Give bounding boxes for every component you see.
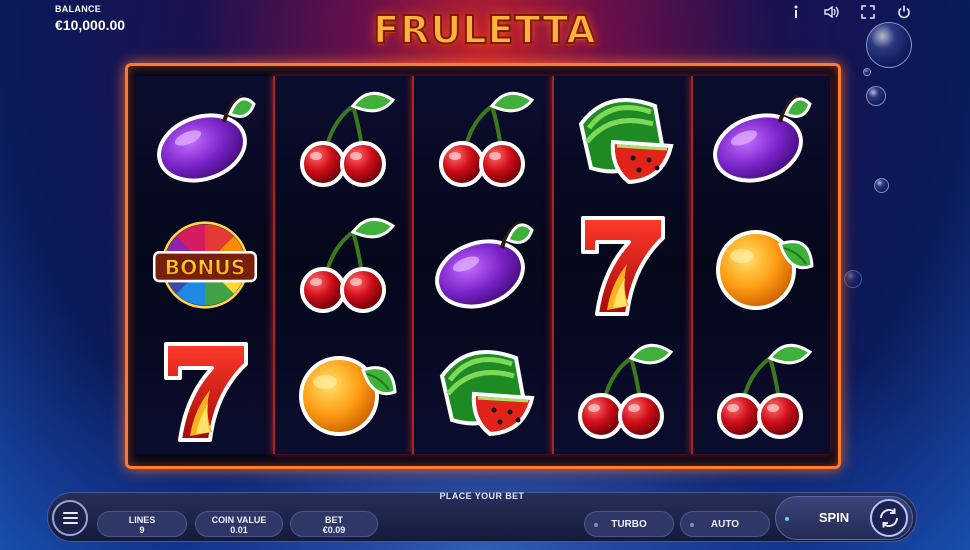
auto-label: AUTO	[710, 518, 740, 530]
logo-text: FRULETTA	[372, 7, 597, 53]
cherry-symbol	[287, 82, 401, 196]
reel-5	[690, 76, 831, 454]
plum-symbol	[148, 82, 262, 196]
bubble-decoration	[874, 178, 889, 193]
refresh-icon	[880, 508, 898, 528]
orange-symbol	[287, 334, 401, 448]
spin-button[interactable]: SPIN	[775, 496, 913, 540]
watermelon-icon	[579, 98, 674, 185]
bubble-decoration	[866, 22, 912, 68]
lines-selector[interactable]: LINES 9	[97, 511, 187, 537]
cherry-symbol	[426, 82, 540, 196]
top-toolbar	[788, 4, 912, 20]
reel-3	[412, 76, 552, 454]
coin-value-label: COIN VALUE	[211, 515, 267, 525]
reel-1: BONUS	[136, 76, 274, 454]
fullscreen-icon[interactable]	[860, 4, 876, 20]
auto-indicator	[690, 523, 694, 527]
reel-grid: BONUS	[125, 63, 841, 469]
bonus-symbol: BONUS	[148, 208, 262, 322]
lines-label: LINES	[128, 515, 156, 525]
turbo-indicator	[594, 523, 598, 527]
coin-value-value: 0.01	[230, 525, 248, 535]
info-icon[interactable]	[788, 4, 804, 20]
bonus-icon: BONUS	[152, 221, 257, 309]
bonus-text: BONUS	[164, 255, 245, 279]
watermelon-symbol	[426, 334, 540, 448]
bet-selector[interactable]: BET €0.09	[290, 511, 378, 537]
cherry-icon	[439, 91, 535, 187]
spin-indicator	[785, 517, 789, 521]
cherry-symbol	[704, 334, 818, 448]
menu-line	[62, 522, 78, 524]
seven-icon	[163, 342, 248, 442]
watermelon-symbol	[565, 82, 679, 196]
game-logo: FRULETTA	[368, 6, 602, 54]
cherry-icon	[299, 217, 395, 313]
cherry-symbol	[287, 208, 401, 322]
balance-display: BALANCE €10,000.00	[55, 4, 125, 33]
plum-icon	[156, 94, 256, 183]
orange-symbol	[704, 208, 818, 322]
reel-4	[551, 76, 691, 454]
balance-value: €10,000.00	[55, 17, 126, 33]
plum-symbol	[704, 82, 818, 196]
bet-label: BET	[325, 515, 343, 525]
plum-symbol	[426, 208, 540, 322]
cherry-icon	[299, 91, 395, 187]
turbo-toggle[interactable]: TURBO	[584, 511, 674, 537]
bubble-decoration	[866, 86, 886, 106]
seven-symbol	[148, 334, 262, 448]
power-icon[interactable]	[896, 4, 912, 20]
menu-line	[62, 517, 78, 519]
seven-symbol	[565, 208, 679, 322]
watermelon-icon	[439, 350, 535, 437]
cherry-icon	[578, 343, 674, 439]
sound-icon[interactable]	[824, 4, 840, 20]
plum-icon	[713, 94, 813, 183]
auto-toggle[interactable]: AUTO	[680, 511, 770, 537]
spin-circle[interactable]	[870, 499, 908, 537]
lines-value: 9	[139, 525, 145, 535]
menu-button[interactable]	[52, 500, 88, 536]
coin-value-selector[interactable]: COIN VALUE 0.01	[195, 511, 283, 537]
reel-2	[273, 76, 413, 454]
bet-value: €0.09	[322, 525, 346, 535]
spin-label: SPIN	[818, 510, 850, 525]
seven-icon	[581, 216, 666, 316]
menu-line	[62, 512, 78, 514]
control-bar: PLACE YOUR BET LINES 9 COIN VALUE 0.01 B…	[47, 491, 917, 542]
orange-icon	[716, 230, 814, 310]
orange-icon	[298, 356, 397, 436]
bubble-decoration	[863, 68, 871, 76]
plum-icon	[435, 220, 534, 309]
balance-label: BALANCE	[55, 4, 102, 14]
cherry-icon	[717, 343, 813, 439]
turbo-label: TURBO	[611, 518, 647, 530]
bubble-decoration	[844, 270, 862, 288]
cherry-symbol	[565, 334, 679, 448]
